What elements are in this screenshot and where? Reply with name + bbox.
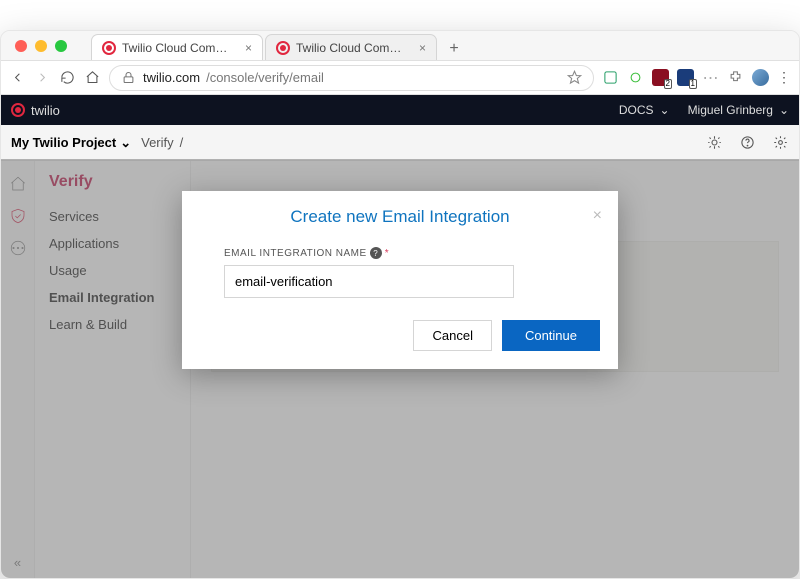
modal-title: Create new Email Integration [290, 207, 509, 227]
breadcrumb: Verify / [141, 135, 183, 150]
chevron-down-icon: ⌄ [660, 103, 670, 117]
twilio-logo[interactable]: twilio [11, 103, 60, 118]
docs-menu[interactable]: DOCS ⌄ [619, 103, 670, 117]
app-subnav: My Twilio Project ⌄ Verify / [1, 125, 799, 161]
required-asterisk: * [385, 248, 389, 259]
twilio-favicon-icon [102, 41, 116, 55]
forward-button[interactable] [34, 69, 51, 86]
twilio-favicon-icon [276, 41, 290, 55]
close-icon: × [593, 207, 602, 224]
extensions-icon[interactable] [727, 69, 744, 86]
chevron-down-icon: ⌄ [779, 103, 789, 117]
tab-title: Twilio Cloud Communications [296, 41, 411, 55]
breadcrumb-item[interactable]: Verify [141, 135, 174, 150]
close-tab-icon[interactable]: × [417, 41, 426, 55]
back-button[interactable] [9, 69, 26, 86]
extension-lastpass-icon[interactable]: 1 [677, 69, 694, 86]
extension-ublock-icon[interactable]: 2 [652, 69, 669, 86]
window-controls [9, 40, 73, 60]
user-name: Miguel Grinberg [688, 103, 773, 117]
extension-dashlane-icon[interactable] [602, 69, 619, 86]
browser-tab[interactable]: Twilio Cloud Communications × [265, 34, 437, 60]
app-topnav: twilio DOCS ⌄ Miguel Grinberg ⌄ [1, 95, 799, 125]
label-text: EMAIL INTEGRATION NAME [224, 248, 367, 259]
help-icon[interactable]: ? [370, 247, 382, 259]
settings-icon[interactable] [772, 134, 789, 151]
continue-button[interactable]: Continue [502, 320, 600, 351]
close-modal-button[interactable]: × [589, 203, 606, 229]
browser-toolbar: twilio.com/console/verify/email 2 1 ⋯ ⋮ [1, 61, 799, 95]
close-tab-icon[interactable]: × [243, 41, 252, 55]
project-selector[interactable]: My Twilio Project ⌄ [11, 135, 131, 151]
tab-title: Twilio Cloud Communications [122, 41, 237, 55]
help-icon[interactable] [739, 134, 756, 151]
create-email-integration-modal: Create new Email Integration × EMAIL INT… [182, 191, 618, 369]
modal-footer: Cancel Continue [182, 306, 618, 369]
url-path: /console/verify/email [206, 70, 324, 85]
lock-icon [120, 69, 137, 86]
extension-menu-icon[interactable]: ⋯ [702, 69, 719, 86]
integration-name-label: EMAIL INTEGRATION NAME ? * [224, 247, 576, 259]
chevron-down-icon: ⌄ [120, 135, 131, 151]
minimize-window-icon[interactable] [35, 40, 47, 52]
home-button[interactable] [84, 69, 101, 86]
new-tab-button[interactable]: + [443, 38, 465, 60]
browser-window: Twilio Cloud Communications × Twilio Clo… [0, 30, 800, 579]
browser-tab-active[interactable]: Twilio Cloud Communications × [91, 34, 263, 60]
modal-body: EMAIL INTEGRATION NAME ? * [182, 233, 618, 306]
close-window-icon[interactable] [15, 40, 27, 52]
reload-button[interactable] [59, 69, 76, 86]
cancel-button[interactable]: Cancel [413, 320, 491, 351]
bookmark-icon[interactable] [566, 69, 583, 86]
url-host: twilio.com [143, 70, 200, 85]
integration-name-input[interactable] [224, 265, 514, 298]
fullscreen-window-icon[interactable] [55, 40, 67, 52]
profile-avatar[interactable] [752, 69, 769, 86]
browser-tabs: Twilio Cloud Communications × Twilio Clo… [91, 34, 465, 60]
browser-titlebar: Twilio Cloud Communications × Twilio Clo… [1, 31, 799, 61]
modal-header: Create new Email Integration × [182, 191, 618, 233]
extension-green-dot-icon[interactable] [627, 69, 644, 86]
docs-label: DOCS [619, 103, 654, 117]
app: twilio DOCS ⌄ Miguel Grinberg ⌄ My Twili… [1, 95, 799, 578]
address-bar[interactable]: twilio.com/console/verify/email [109, 65, 594, 91]
debugger-icon[interactable] [706, 134, 723, 151]
breadcrumb-sep: / [180, 135, 184, 150]
chrome-menu-icon[interactable]: ⋮ [777, 69, 791, 86]
user-menu[interactable]: Miguel Grinberg ⌄ [688, 103, 789, 117]
project-name: My Twilio Project [11, 135, 116, 150]
